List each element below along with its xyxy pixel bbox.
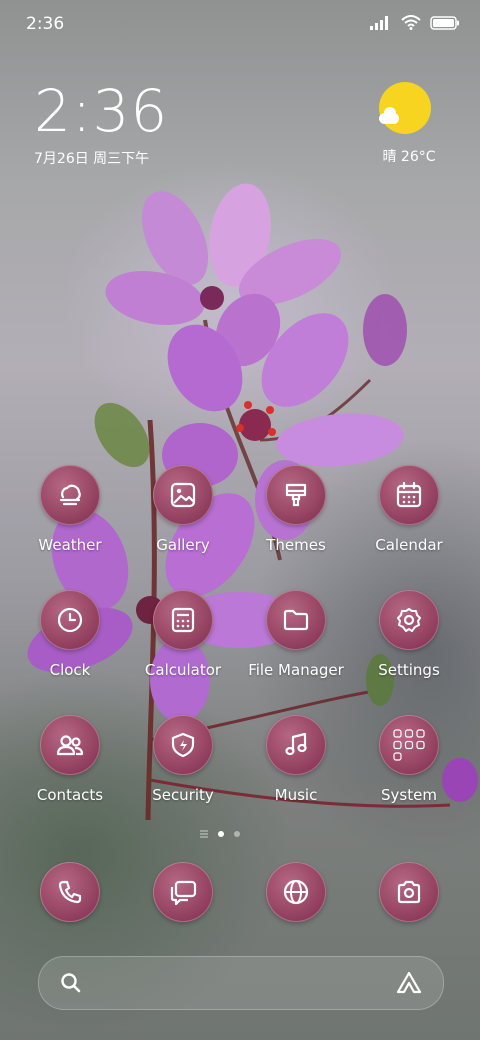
phone-icon [40, 862, 100, 922]
status-bar: 2:36 [0, 0, 480, 50]
dock-camera[interactable] [349, 862, 469, 922]
calendar-icon [379, 465, 439, 525]
clock-widget-time: 2:36 [34, 77, 169, 145]
search-bar[interactable] [38, 956, 444, 1010]
app-calendar[interactable]: Calendar [349, 465, 469, 554]
app-label: Weather [38, 536, 102, 554]
app-security[interactable]: Security [123, 715, 243, 804]
contacts-icon [40, 715, 100, 775]
folder-grid-icon [379, 715, 439, 775]
status-time: 2:36 [26, 14, 65, 34]
folder-icon [266, 590, 326, 650]
app-label: System [381, 786, 437, 804]
assistant-icon[interactable] [395, 970, 423, 996]
weather-icon [40, 465, 100, 525]
app-clock[interactable]: Clock [10, 590, 130, 679]
app-label: Security [152, 786, 214, 804]
messages-icon [153, 862, 213, 922]
app-label: Contacts [36, 786, 104, 804]
app-file-manager[interactable]: File Manager [236, 590, 356, 679]
app-label: Settings [378, 661, 440, 679]
clock-icon [40, 590, 100, 650]
app-themes[interactable]: Themes [236, 465, 356, 554]
page-indicator[interactable] [200, 830, 240, 838]
app-weather[interactable]: Weather [10, 465, 130, 554]
gallery-icon [153, 465, 213, 525]
app-system-folder[interactable]: System [349, 715, 469, 804]
page-dot-active [218, 831, 224, 837]
app-label: File Manager [248, 661, 344, 679]
weather-widget-text: 晴 26°C [382, 149, 436, 165]
app-label: Gallery [156, 536, 210, 554]
music-icon [266, 715, 326, 775]
dock-phone[interactable] [10, 862, 130, 922]
shield-icon [153, 715, 213, 775]
themes-icon [266, 465, 326, 525]
app-label: Calculator [144, 661, 222, 679]
search-icon [61, 973, 81, 993]
app-gallery[interactable]: Gallery [123, 465, 243, 554]
app-music[interactable]: Music [236, 715, 356, 804]
weather-widget[interactable]: 晴 26°C [360, 82, 450, 166]
page-dot [234, 831, 240, 837]
dock-browser[interactable] [236, 862, 356, 922]
sunny-icon [379, 82, 431, 134]
app-label: Clock [49, 661, 91, 679]
wifi-icon [401, 15, 421, 30]
app-calculator[interactable]: Calculator [123, 590, 243, 679]
app-label: Themes [266, 536, 326, 554]
browser-icon [266, 862, 326, 922]
camera-icon [379, 862, 439, 922]
gear-icon [379, 590, 439, 650]
battery-icon [430, 15, 459, 30]
app-settings[interactable]: Settings [349, 590, 469, 679]
page-list-icon [200, 830, 208, 838]
clock-widget[interactable]: 2:36 7月26日 周三下午 [34, 78, 168, 168]
clock-widget-date: 7月26日 周三下午 [34, 151, 150, 167]
app-label: Music [274, 786, 318, 804]
status-icons [370, 15, 460, 30]
signal-icon [370, 15, 388, 30]
app-contacts[interactable]: Contacts [10, 715, 130, 804]
calculator-icon [153, 590, 213, 650]
dock-messages[interactable] [123, 862, 243, 922]
app-label: Calendar [375, 536, 443, 554]
